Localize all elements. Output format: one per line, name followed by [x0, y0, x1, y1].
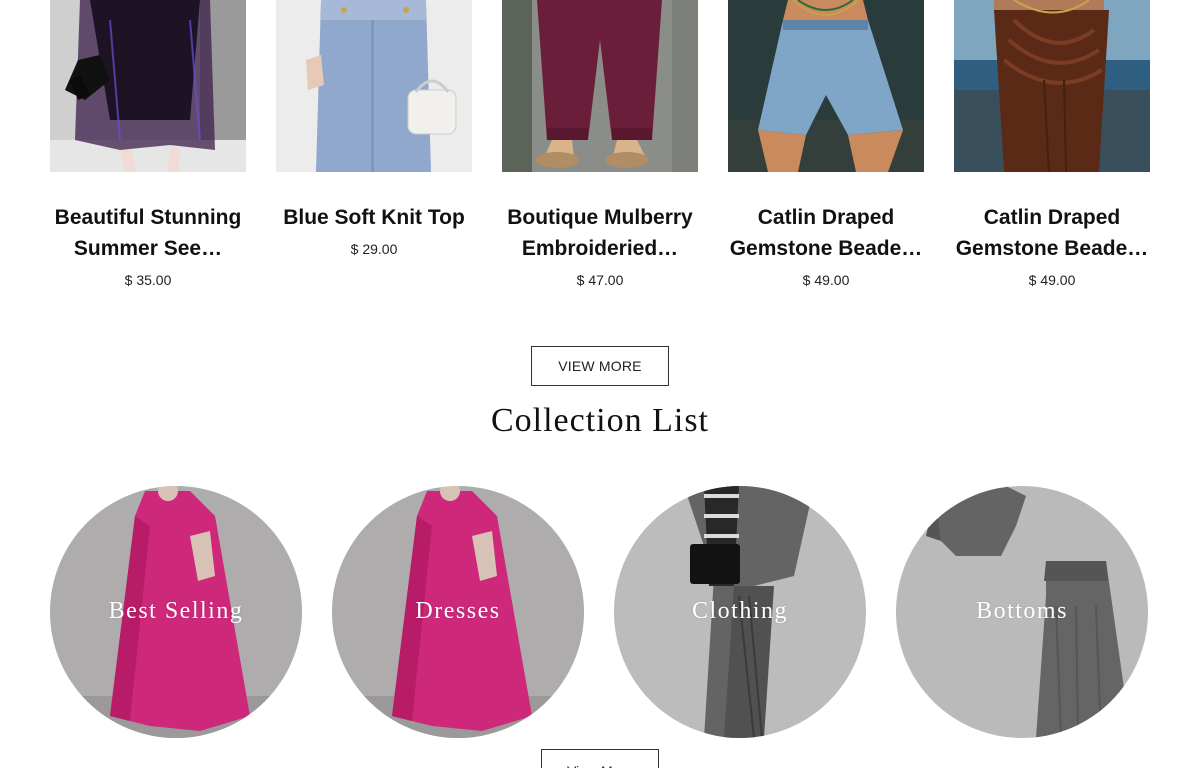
- collection-label[interactable]: Best Selling: [50, 598, 302, 625]
- collection-label[interactable]: Dresses: [332, 598, 584, 625]
- product-card[interactable]: Blue Soft Knit Top $ 29.00: [276, 0, 472, 300]
- product-card[interactable]: Boutique Mulberry Embroideried… $ 47.00: [502, 0, 698, 300]
- collection-item-best-selling[interactable]: Best Selling: [50, 486, 302, 738]
- product-price: $ 29.00: [350, 241, 398, 257]
- product-title[interactable]: Blue Soft Knit Top: [269, 202, 479, 233]
- product-title[interactable]: Catlin Draped Gemstone Beade…: [721, 202, 931, 264]
- collection-list-title: Collection List: [490, 402, 710, 439]
- collection-item-dresses[interactable]: Dresses: [332, 486, 584, 738]
- product-title[interactable]: Catlin Draped Gemstone Beade…: [947, 202, 1157, 264]
- collection-item-clothing[interactable]: Clothing: [614, 486, 866, 738]
- collection-label[interactable]: Bottoms: [896, 598, 1148, 625]
- product-image[interactable]: [276, 0, 472, 172]
- product-image[interactable]: [728, 0, 924, 172]
- product-card[interactable]: Catlin Draped Gemstone Beade… $ 49.00: [728, 0, 924, 300]
- product-image[interactable]: [954, 0, 1150, 172]
- collection-view-more-button[interactable]: View More: [541, 749, 659, 768]
- product-card[interactable]: Beautiful Stunning Summer See… $ 35.00: [50, 0, 246, 300]
- collection-label[interactable]: Clothing: [614, 598, 866, 625]
- collection-list: Best Selling Dresses Clothing Bottoms: [50, 486, 1150, 738]
- product-image[interactable]: [50, 0, 246, 172]
- view-more-button[interactable]: VIEW MORE: [531, 346, 669, 386]
- product-grid: Beautiful Stunning Summer See… $ 35.00 B…: [50, 0, 1150, 300]
- product-price: $ 47.00: [576, 272, 624, 288]
- product-card[interactable]: Catlin Draped Gemstone Beade… $ 49.00: [954, 0, 1150, 300]
- product-image[interactable]: [502, 0, 698, 172]
- product-title[interactable]: Boutique Mulberry Embroideried…: [495, 202, 705, 264]
- product-title[interactable]: Beautiful Stunning Summer See…: [43, 202, 253, 264]
- product-price: $ 35.00: [124, 272, 172, 288]
- collection-item-bottoms[interactable]: Bottoms: [896, 486, 1148, 738]
- product-price: $ 49.00: [802, 272, 850, 288]
- product-price: $ 49.00: [1028, 272, 1076, 288]
